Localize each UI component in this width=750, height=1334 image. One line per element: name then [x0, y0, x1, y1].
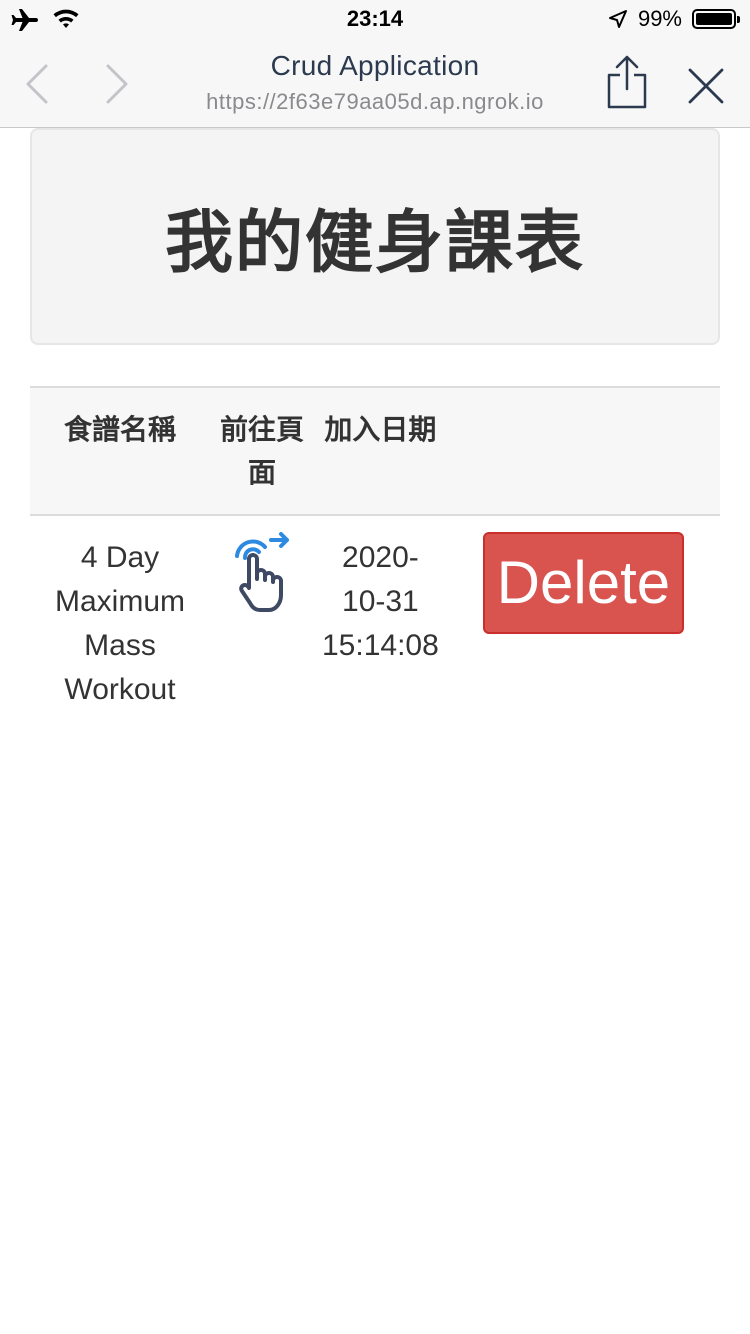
action-cell: Delete	[447, 515, 720, 732]
workout-name: 4 Day Maximum Mass Workout	[54, 541, 185, 706]
delete-button[interactable]: Delete	[482, 532, 685, 634]
share-icon[interactable]	[606, 54, 648, 110]
column-header-go: 前往頁面	[210, 386, 314, 516]
close-icon[interactable]	[688, 68, 724, 104]
column-header-name: 食譜名稱	[30, 386, 210, 516]
tap-hand-icon[interactable]	[231, 530, 293, 616]
column-header-action	[446, 386, 720, 516]
column-header-date: 加入日期	[314, 386, 447, 516]
workout-table: 食譜名稱 前往頁面 加入日期 4 Day Maximum Mass Workou…	[30, 386, 720, 732]
browser-nav-bar: Crud Application https://2f63e79aa05d.ap…	[0, 40, 750, 128]
battery-percent: 99%	[637, 6, 682, 31]
header-banner: 我的健身課表	[30, 128, 720, 345]
go-page-cell	[210, 515, 314, 732]
status-right: 99%	[608, 6, 740, 32]
location-arrow-icon	[608, 10, 627, 28]
status-bar: 23:14 99%	[0, 0, 750, 40]
page-heading: 我的健身課表	[164, 204, 585, 283]
date-added: 2020-10-31 15:14:08	[322, 541, 439, 662]
page-content: 我的健身課表 食譜名稱 前往頁面 加入日期 4 Day Maximum Mass…	[30, 128, 720, 706]
table-header-row: 食譜名稱 前往頁面 加入日期	[30, 386, 720, 516]
battery-icon	[692, 9, 740, 29]
table-row: 4 Day Maximum Mass Workout 2020-10-31 15…	[30, 515, 720, 732]
